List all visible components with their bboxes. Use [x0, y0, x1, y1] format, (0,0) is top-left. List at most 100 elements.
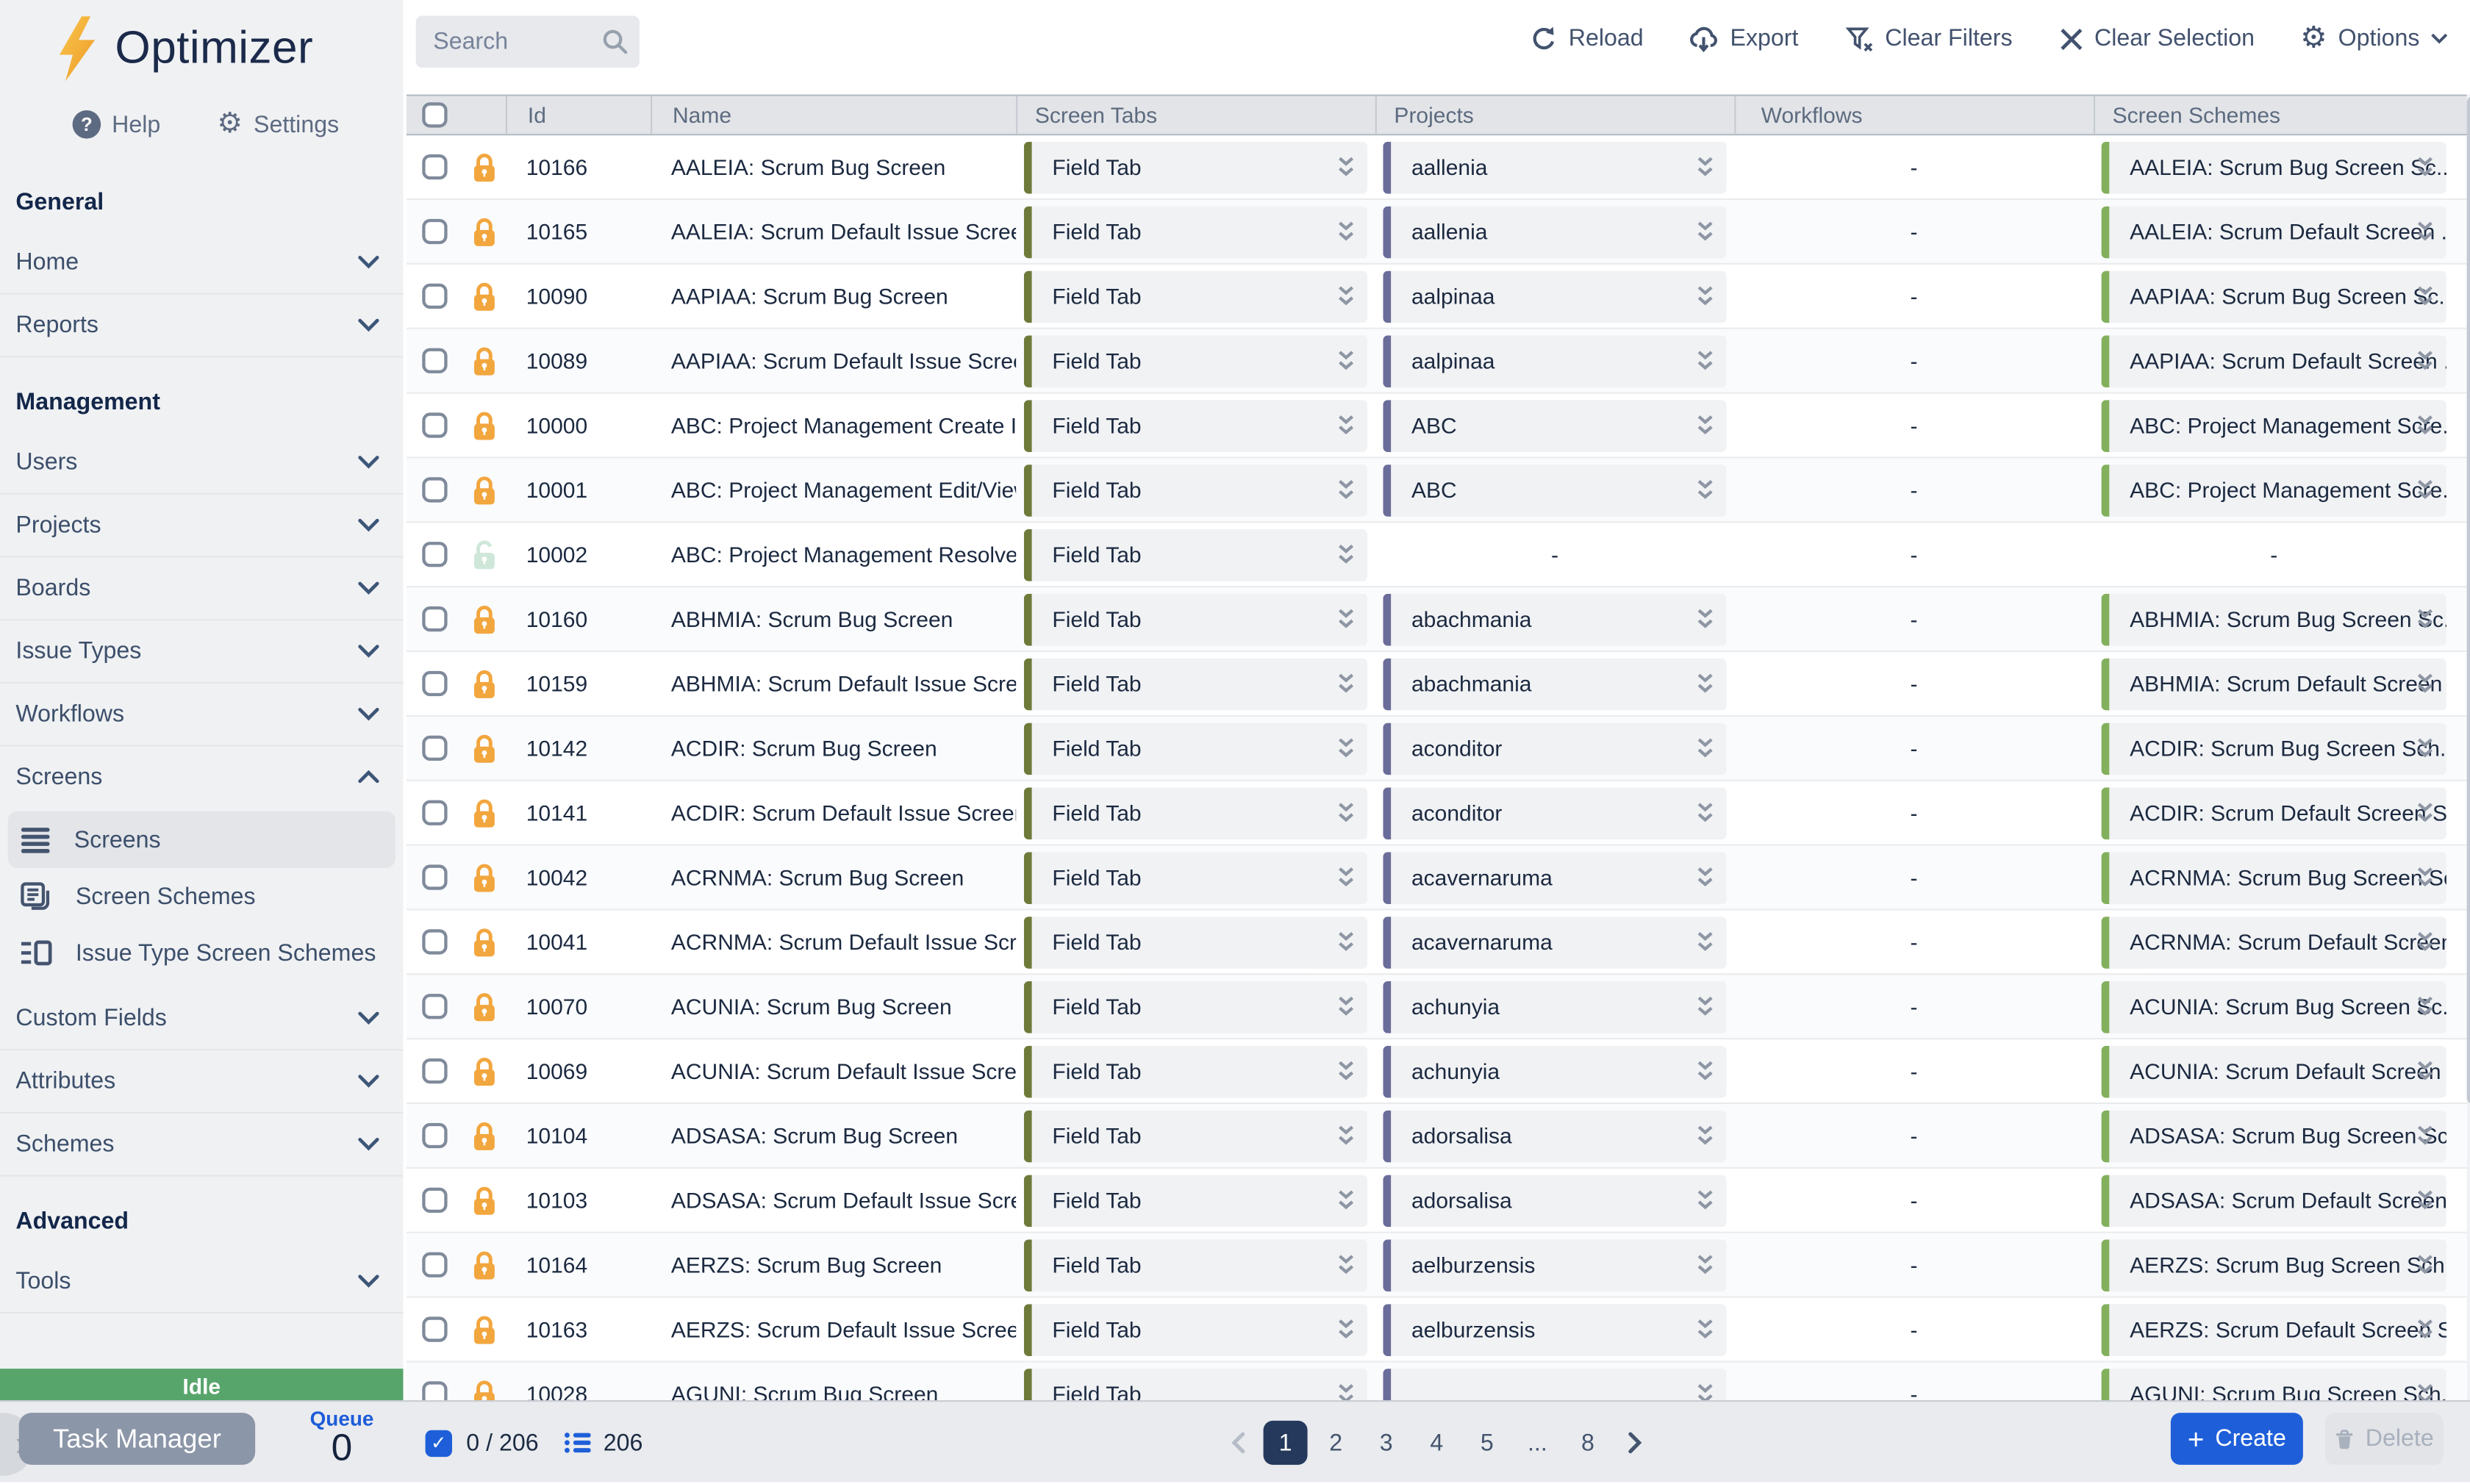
- sidebar-item-screens[interactable]: Screens: [0, 747, 404, 809]
- expand-options-icon[interactable]: [1336, 285, 1356, 307]
- expand-options-icon[interactable]: [2415, 867, 2435, 889]
- expand-options-icon[interactable]: [2415, 673, 2435, 695]
- screen-scheme-pill[interactable]: AAPIAA: Scrum Default Screen ...: [2102, 334, 2446, 387]
- reload-button[interactable]: Reload: [1529, 24, 1643, 53]
- screen-scheme-pill[interactable]: ACDIR: Scrum Bug Screen Sch...: [2102, 722, 2446, 774]
- options-button[interactable]: ⚙ Options: [2300, 24, 2448, 54]
- project-pill[interactable]: abachmania: [1383, 658, 1726, 710]
- project-pill[interactable]: achunyia: [1383, 1045, 1726, 1097]
- expand-options-icon[interactable]: [1695, 867, 1716, 889]
- expand-options-icon[interactable]: [1336, 1383, 1356, 1400]
- row-checkbox[interactable]: [422, 1058, 447, 1083]
- row-checkbox[interactable]: [422, 1188, 447, 1213]
- screen-tabs-pill[interactable]: Field Tab: [1024, 334, 1367, 387]
- expand-options-icon[interactable]: [1695, 1189, 1716, 1211]
- table-row[interactable]: 10002ABC: Project Management Resolve Iss…: [407, 523, 2467, 587]
- row-checkbox[interactable]: [422, 994, 447, 1019]
- sidebar-item-reports[interactable]: Reports: [0, 295, 404, 358]
- project-pill[interactable]: achunyia: [1383, 981, 1726, 1033]
- sidebar-item-boards[interactable]: Boards: [0, 558, 404, 621]
- selection-checkbox[interactable]: ✓: [426, 1430, 452, 1456]
- expand-options-icon[interactable]: [1336, 802, 1356, 824]
- settings-button[interactable]: ⚙ Settings: [217, 110, 339, 139]
- row-checkbox[interactable]: [422, 348, 447, 373]
- expand-options-icon[interactable]: [1695, 1319, 1716, 1341]
- expand-options-icon[interactable]: [1336, 478, 1356, 501]
- screen-scheme-pill[interactable]: ABHMIA: Scrum Default Screen ...: [2102, 658, 2446, 710]
- row-checkbox[interactable]: [422, 736, 447, 761]
- project-pill[interactable]: adorsalisa: [1383, 1175, 1726, 1227]
- expand-options-icon[interactable]: [2415, 1189, 2435, 1211]
- row-checkbox[interactable]: [422, 1381, 447, 1400]
- expand-options-icon[interactable]: [1336, 608, 1356, 630]
- pagination-next[interactable]: [1617, 1421, 1654, 1465]
- row-checkbox[interactable]: [422, 864, 447, 889]
- table-row[interactable]: 10042ACRNMA: Scrum Bug ScreenField Tabac…: [407, 846, 2467, 911]
- expand-options-icon[interactable]: [1695, 350, 1716, 372]
- delete-button[interactable]: Delete: [2325, 1413, 2444, 1465]
- sidebar-item-users[interactable]: Users: [0, 431, 404, 495]
- row-checkbox[interactable]: [422, 477, 447, 502]
- expand-options-icon[interactable]: [1336, 1319, 1356, 1341]
- expand-options-icon[interactable]: [1336, 737, 1356, 759]
- table-row[interactable]: 10069ACUNIA: Scrum Default Issue ScreenF…: [407, 1039, 2467, 1104]
- table-row[interactable]: 10165AALEIA: Scrum Default Issue ScreenF…: [407, 200, 2467, 265]
- screen-tabs-pill[interactable]: Field Tab: [1024, 593, 1367, 645]
- project-pill[interactable]: acavernaruma: [1383, 851, 1726, 903]
- pagination-page-3[interactable]: 3: [1364, 1421, 1408, 1465]
- project-pill[interactable]: aelburzensis: [1383, 1303, 1726, 1355]
- help-button[interactable]: ? Help: [73, 110, 161, 139]
- screen-scheme-pill[interactable]: ADSASA: Scrum Bug Screen Sc...: [2102, 1110, 2446, 1162]
- table-row[interactable]: 10001ABC: Project Management Edit/View I…: [407, 459, 2467, 523]
- expand-options-icon[interactable]: [1695, 673, 1716, 695]
- screen-scheme-pill[interactable]: ACRNMA: Scrum Bug Screen Sc...: [2102, 851, 2446, 903]
- project-pill[interactable]: aconditor: [1383, 722, 1726, 774]
- sidebar-subitem-screen-schemes[interactable]: Screen Schemes: [0, 868, 404, 925]
- screen-tabs-pill[interactable]: Field Tab: [1024, 206, 1367, 258]
- row-checkbox[interactable]: [422, 154, 447, 179]
- clear-filters-button[interactable]: Clear Filters: [1844, 24, 2013, 53]
- expand-options-icon[interactable]: [1336, 1189, 1356, 1211]
- expand-options-icon[interactable]: [1695, 156, 1716, 178]
- expand-options-icon[interactable]: [1695, 802, 1716, 824]
- row-checkbox[interactable]: [422, 412, 447, 437]
- export-button[interactable]: Export: [1689, 24, 1799, 53]
- sidebar-subitem-issue-type-screen-schemes[interactable]: Issue Type Screen Schemes: [0, 925, 404, 981]
- project-pill[interactable]: [1383, 1368, 1726, 1400]
- vertical-scrollbar[interactable]: [2467, 95, 2470, 1400]
- column-header-workflows[interactable]: Workflows: [1734, 96, 2094, 134]
- expand-options-icon[interactable]: [2415, 285, 2435, 307]
- expand-options-icon[interactable]: [1695, 1383, 1716, 1400]
- screen-tabs-pill[interactable]: Field Tab: [1024, 722, 1367, 774]
- screen-tabs-pill[interactable]: Field Tab: [1024, 981, 1367, 1033]
- expand-options-icon[interactable]: [1336, 1254, 1356, 1276]
- screen-tabs-pill[interactable]: Field Tab: [1024, 1368, 1367, 1400]
- expand-options-icon[interactable]: [1336, 221, 1356, 243]
- expand-options-icon[interactable]: [1336, 415, 1356, 437]
- table-row[interactable]: 10041ACRNMA: Scrum Default Issue ScreenF…: [407, 911, 2467, 975]
- column-header-screen-tabs[interactable]: Screen Tabs: [1016, 96, 1375, 134]
- screen-scheme-pill[interactable]: ACUNIA: Scrum Default Screen ...: [2102, 1045, 2446, 1097]
- project-pill[interactable]: aconditor: [1383, 786, 1726, 839]
- project-pill[interactable]: acavernaruma: [1383, 916, 1726, 968]
- table-row[interactable]: 10164AERZS: Scrum Bug ScreenField Tabael…: [407, 1233, 2467, 1298]
- table-row[interactable]: 10089AAPIAA: Scrum Default Issue ScreenF…: [407, 329, 2467, 394]
- row-checkbox[interactable]: [422, 929, 447, 954]
- expand-options-icon[interactable]: [1695, 1125, 1716, 1147]
- sidebar-item-attributes[interactable]: Attributes: [0, 1050, 404, 1114]
- expand-options-icon[interactable]: [2415, 156, 2435, 178]
- project-pill[interactable]: aallenia: [1383, 141, 1726, 193]
- row-checkbox[interactable]: [422, 542, 447, 567]
- row-checkbox[interactable]: [422, 1316, 447, 1341]
- screen-tabs-pill[interactable]: Field Tab: [1024, 916, 1367, 968]
- expand-options-icon[interactable]: [1695, 1060, 1716, 1082]
- expand-options-icon[interactable]: [2415, 1060, 2435, 1082]
- row-checkbox[interactable]: [422, 284, 447, 309]
- column-header-name[interactable]: Name: [651, 96, 1016, 134]
- screen-tabs-pill[interactable]: Field Tab: [1024, 786, 1367, 839]
- table-row[interactable]: 10070ACUNIA: Scrum Bug ScreenField Tabac…: [407, 975, 2467, 1039]
- expand-options-icon[interactable]: [2415, 802, 2435, 824]
- screen-tabs-pill[interactable]: Field Tab: [1024, 1175, 1367, 1227]
- screen-scheme-pill[interactable]: AGUNI: Scrum Bug Screen Sch...: [2102, 1368, 2446, 1400]
- expand-options-icon[interactable]: [1336, 931, 1356, 953]
